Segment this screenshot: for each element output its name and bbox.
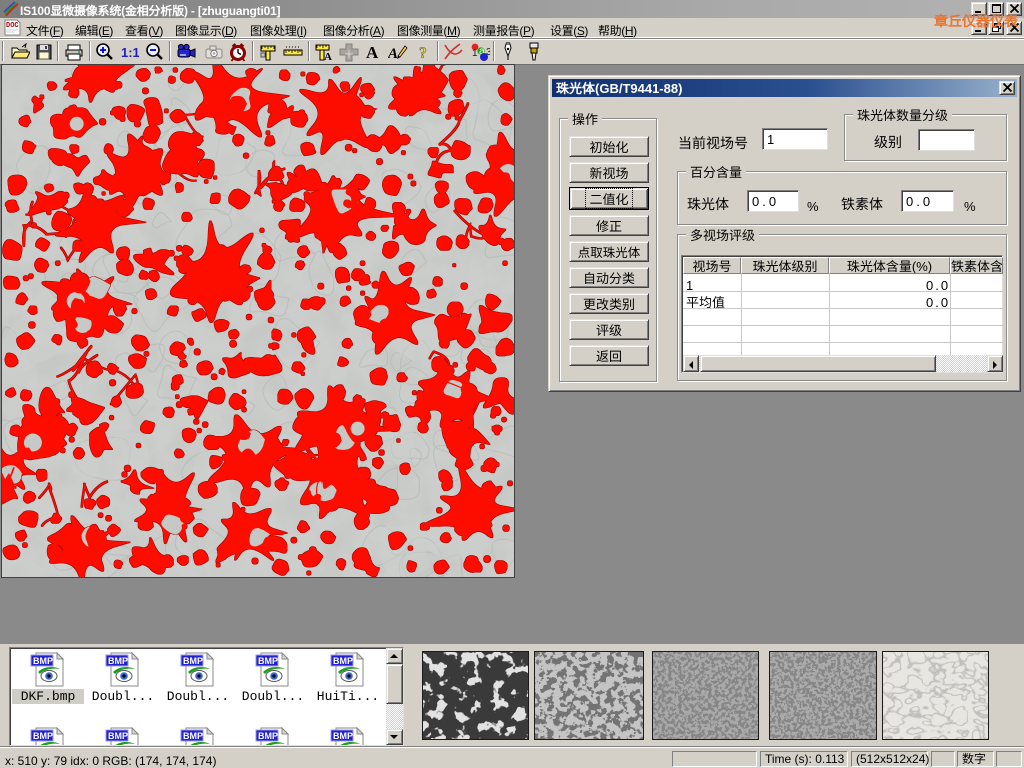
svg-text:DOC: DOC: [6, 22, 19, 30]
svg-text:1: 1: [472, 44, 478, 59]
svg-text:3: 3: [486, 43, 490, 58]
svg-text:A: A: [366, 43, 379, 62]
svg-text:A: A: [324, 51, 332, 62]
svg-text:1:1: 1:1: [121, 45, 139, 60]
svg-text:?: ?: [419, 45, 427, 62]
svg-text:A: A: [388, 46, 398, 62]
